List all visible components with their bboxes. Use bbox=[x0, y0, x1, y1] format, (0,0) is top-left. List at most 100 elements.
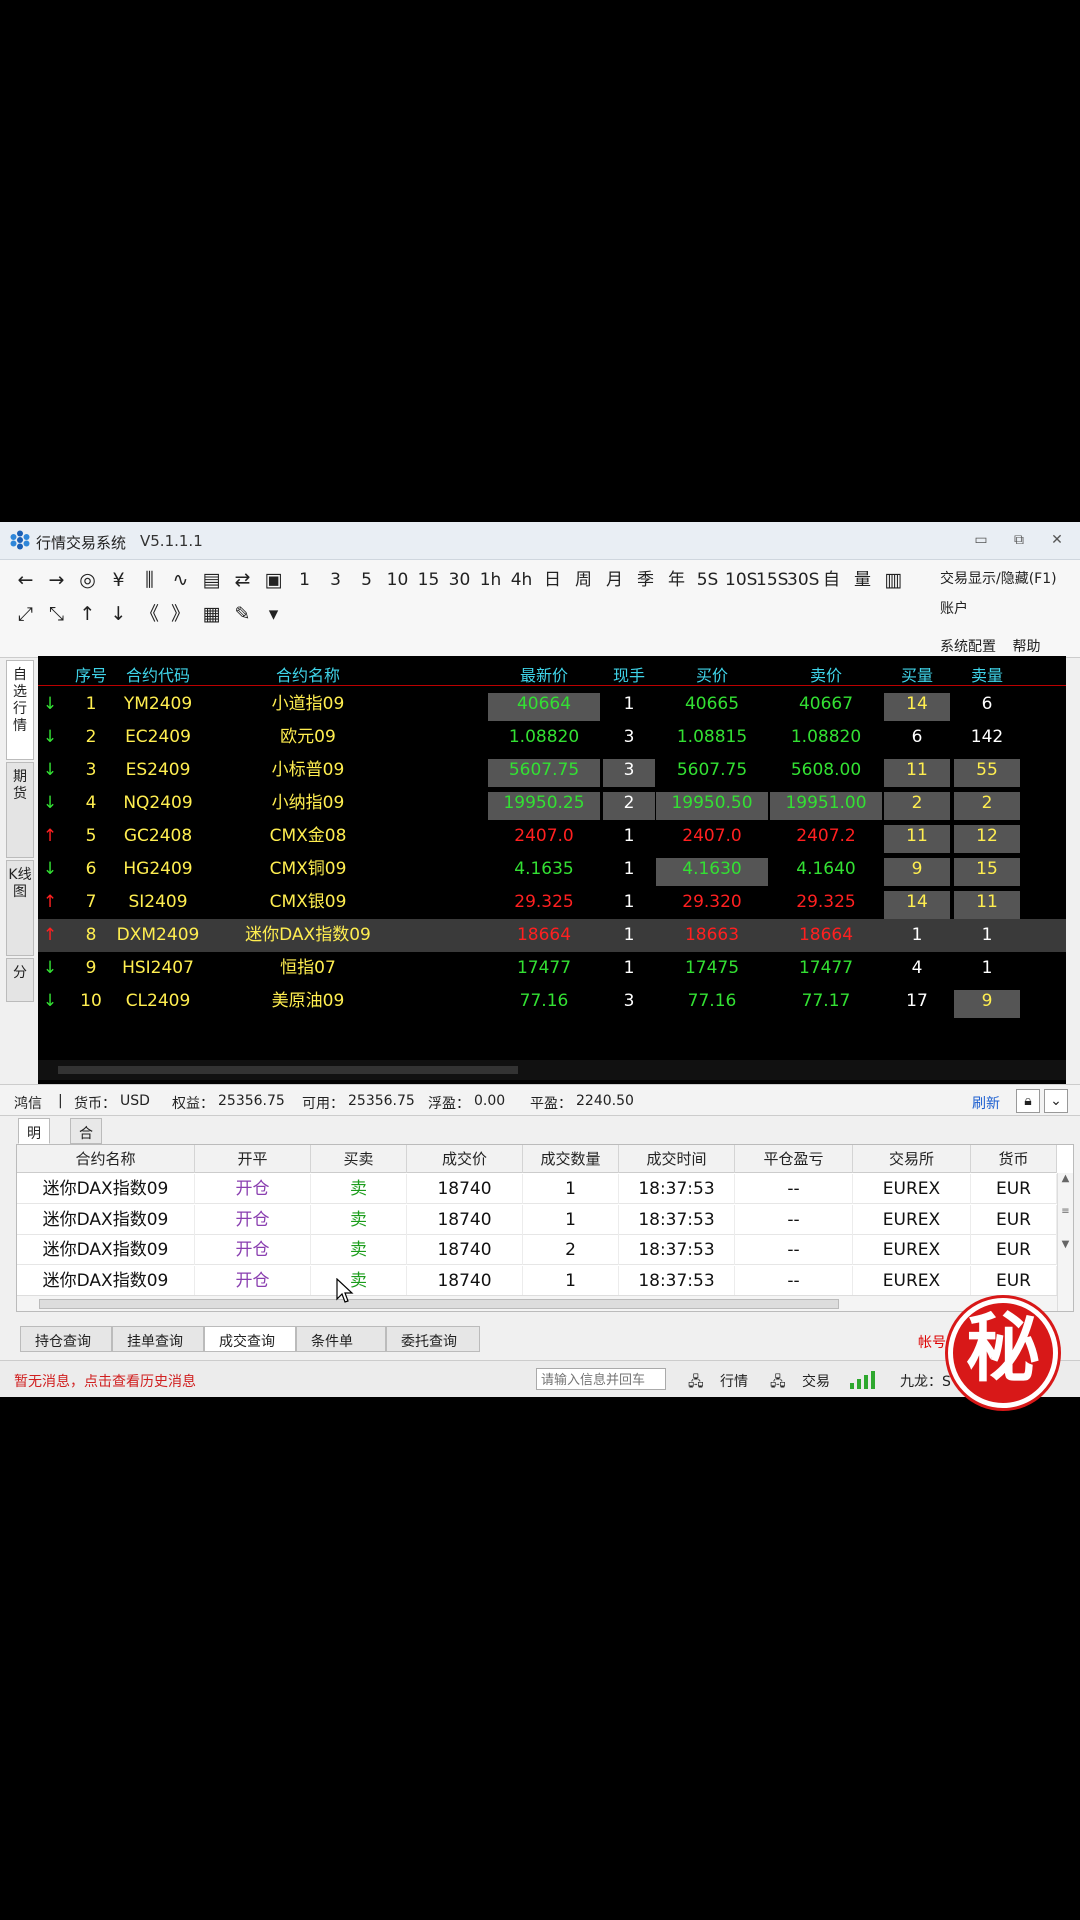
message-link[interactable]: 暂无消息，点击查看历史消息 bbox=[14, 1371, 196, 1391]
quotes-col-header[interactable]: 最新价 bbox=[488, 662, 600, 686]
toolbar-row2-button-0-icon[interactable]: ⤢ bbox=[12, 600, 39, 628]
tab-conditional[interactable]: 条件单 bbox=[296, 1326, 386, 1352]
toolbar-row2-button-8-icon[interactable]: ▾ bbox=[260, 600, 287, 628]
trade-row[interactable]: 迷你DAX指数09 开仓卖 18740 2 18:37:53 -- EUREX EUR bbox=[17, 1235, 1057, 1265]
toolbar-row1-button-14-icon[interactable]: 30 bbox=[446, 566, 473, 594]
trade-row[interactable]: 迷你DAX指数09 开仓卖 18740 1 18:37:53 -- EUREX EUR bbox=[17, 1174, 1057, 1204]
quotes-scroll-thumb[interactable] bbox=[58, 1066, 518, 1074]
close-button[interactable]: ✕ bbox=[1048, 532, 1066, 548]
tab-more[interactable]: 分 bbox=[6, 958, 34, 1002]
toolbar-row1-button-27-icon[interactable]: 量 bbox=[849, 566, 876, 594]
quote-cell-vol: 1 bbox=[623, 958, 635, 978]
available-label: 可用： bbox=[302, 1096, 344, 1112]
quotes-col-header[interactable]: 卖量 bbox=[954, 662, 1020, 686]
quote-cell-askq: 1 bbox=[981, 925, 993, 945]
toggle-trade-panel-button[interactable]: 交易显示/隐藏(F1) bbox=[940, 568, 1070, 598]
toolbar-row2-button-3-icon[interactable]: ↓ bbox=[105, 600, 132, 628]
trades-col-header[interactable]: 买卖 bbox=[311, 1145, 407, 1173]
toolbar-row1-button-12-icon[interactable]: 10 bbox=[384, 566, 411, 594]
quote-row[interactable]: ↑ 8 DXM2409 迷你DAX指数09 18664 1 18663 18664 1 1 bbox=[38, 919, 1066, 952]
quote-row[interactable]: ↑ 5 GC2408 CMX金08 2407.0 1 2407.0 2407.2 11 12 bbox=[38, 820, 1066, 853]
trade-row[interactable]: 迷你DAX指数09 开仓卖 18740 1 18:37:53 -- EUREX EUR bbox=[17, 1204, 1057, 1235]
trades-col-header[interactable]: 成交时间 bbox=[619, 1145, 735, 1173]
trades-vertical-scrollbar[interactable]: ▲ ≡ ▼ bbox=[1057, 1173, 1073, 1311]
tab-positions[interactable]: 持仓查询 bbox=[20, 1326, 112, 1352]
quotes-col-header[interactable]: 卖价 bbox=[770, 662, 882, 686]
toolbar-row2-button-4-icon[interactable]: 《 bbox=[136, 600, 163, 628]
toolbar-row1-button-8-icon[interactable]: ▣ bbox=[260, 566, 287, 594]
toolbar-row1-button-21-icon[interactable]: 年 bbox=[663, 566, 690, 594]
trades-col-header[interactable]: 成交价 bbox=[407, 1145, 523, 1173]
toolbar-row1-button-0-icon[interactable]: ← bbox=[12, 566, 39, 594]
toolbar-row1-button-11-icon[interactable]: 5 bbox=[353, 566, 380, 594]
trades-scroll-thumb[interactable] bbox=[39, 1299, 839, 1309]
minimize-button[interactable]: ▭ bbox=[972, 532, 990, 548]
tab-futures[interactable]: 期货 bbox=[6, 762, 34, 858]
toolbar-row1-button-16-icon[interactable]: 4h bbox=[508, 566, 535, 594]
quotes-col-header[interactable]: 买量 bbox=[884, 662, 950, 686]
quote-row[interactable]: ↓ 1 YM2409 小道指09 40664 1 40665 40667 14 6 bbox=[38, 688, 1066, 721]
quotes-col-header[interactable]: 合约名称 bbox=[218, 662, 398, 686]
toolbar-row1-button-13-icon[interactable]: 15 bbox=[415, 566, 442, 594]
trades-col-header[interactable]: 平仓盈亏 bbox=[735, 1145, 853, 1173]
toolbar-row1-button-23-icon[interactable]: 10S bbox=[725, 566, 757, 594]
quote-row[interactable]: ↓ 4 NQ2409 小纳指09 19950.25 2 19950.50 19951.00 2 2 bbox=[38, 787, 1066, 820]
quote-row[interactable]: ↑ 7 SI2409 CMX银09 29.325 1 29.320 29.325 14 11 bbox=[38, 886, 1066, 919]
toolbar-row1-button-15-icon[interactable]: 1h bbox=[477, 566, 504, 594]
trades-col-header[interactable]: 合约名称 bbox=[17, 1145, 195, 1173]
lock-icon[interactable]: 🔒︎ bbox=[1016, 1089, 1040, 1113]
toolbar-row1-button-1-icon[interactable]: → bbox=[43, 566, 70, 594]
restore-button[interactable]: ⧉ bbox=[1010, 532, 1028, 548]
trades-horizontal-scrollbar[interactable] bbox=[17, 1295, 1057, 1311]
tab-kline[interactable]: K线图 bbox=[6, 860, 34, 956]
quote-row[interactable]: ↓ 6 HG2409 CMX铜09 4.1635 1 4.1630 4.1640 9 15 bbox=[38, 853, 1066, 886]
toolbar-row1-button-3-icon[interactable]: ¥ bbox=[105, 566, 132, 594]
quote-row[interactable]: ↓ 2 EC2409 欧元09 1.08820 3 1.08815 1.08820 6 142 bbox=[38, 721, 1066, 754]
toolbar-row1-button-26-icon[interactable]: 自 bbox=[818, 566, 845, 594]
toolbar-row1-button-17-icon[interactable]: 日 bbox=[539, 566, 566, 594]
toolbar-row1-button-19-icon[interactable]: 月 bbox=[601, 566, 628, 594]
quotes-scrollbar[interactable] bbox=[38, 1060, 1066, 1080]
quote-row[interactable]: ↓ 10 CL2409 美原油09 77.16 3 77.16 77.17 17 9 bbox=[38, 985, 1066, 1018]
toolbar-row1-button-10-icon[interactable]: 3 bbox=[322, 566, 349, 594]
toolbar-row2-button-5-icon[interactable]: 》 bbox=[167, 600, 194, 628]
toolbar-row1-button-24-icon[interactable]: 15S bbox=[756, 566, 788, 594]
refresh-button[interactable]: 刷新 bbox=[972, 1093, 1000, 1113]
quotes-col-header[interactable]: 现手 bbox=[603, 662, 655, 686]
tab-orders[interactable]: 挂单查询 bbox=[112, 1326, 204, 1352]
quote-row[interactable]: ↓ 9 HSI2407 恒指07 17477 1 17475 17477 4 1 bbox=[38, 952, 1066, 985]
toolbar-row1-button-6-icon[interactable]: ▤ bbox=[198, 566, 225, 594]
toolbar-row1-button-25-icon[interactable]: 30S bbox=[787, 566, 819, 594]
system-config-menu[interactable]: 系统配置 bbox=[940, 639, 996, 655]
quotes-col-header[interactable]: 买价 bbox=[656, 662, 768, 686]
toolbar-row1-button-22-icon[interactable]: 5S bbox=[694, 566, 721, 594]
tab-fills[interactable]: 成交查询 bbox=[204, 1326, 296, 1352]
collapse-icon[interactable]: ⌄ bbox=[1044, 1089, 1068, 1113]
tab-entrust[interactable]: 委托查询 bbox=[386, 1326, 480, 1352]
toolbar-row1-button-7-icon[interactable]: ⇄ bbox=[229, 566, 256, 594]
trades-col-header[interactable]: 开平 bbox=[195, 1145, 311, 1173]
toolbar-row2-button-7-icon[interactable]: ✎ bbox=[229, 600, 256, 628]
toolbar-row1-button-20-icon[interactable]: 季 bbox=[632, 566, 659, 594]
trades-col-header[interactable]: 交易所 bbox=[853, 1145, 971, 1173]
trades-col-header[interactable]: 货币 bbox=[971, 1145, 1057, 1173]
toolbar-row1-button-18-icon[interactable]: 周 bbox=[570, 566, 597, 594]
tab-detail[interactable]: 明细 bbox=[18, 1118, 50, 1162]
toolbar-row1-button-9-icon[interactable]: 1 bbox=[291, 566, 318, 594]
tab-summary[interactable]: 合计 bbox=[70, 1118, 102, 1162]
search-input[interactable] bbox=[536, 1368, 666, 1390]
toolbar-row2-button-1-icon[interactable]: ⤡ bbox=[43, 600, 70, 628]
toolbar-row1-button-28-icon[interactable]: ▥ bbox=[880, 566, 907, 594]
account-menu[interactable]: 账户 bbox=[940, 598, 1070, 628]
trade-row[interactable]: 迷你DAX指数09 开仓卖 18740 1 18:37:53 -- EUREX EUR bbox=[17, 1265, 1057, 1296]
toolbar-row1-button-5-icon[interactable]: ∿ bbox=[167, 566, 194, 594]
quotes-col-header[interactable]: 合约代码 bbox=[98, 662, 218, 686]
quote-row[interactable]: ↓ 3 ES2409 小标普09 5607.75 3 5607.75 5608.00 11 55 bbox=[38, 754, 1066, 787]
help-menu[interactable]: 帮助 bbox=[1012, 639, 1040, 655]
trades-col-header[interactable]: 成交数量 bbox=[523, 1145, 619, 1173]
toolbar-row1-button-2-icon[interactable]: ◎ bbox=[74, 566, 101, 594]
toolbar-row2-button-2-icon[interactable]: ↑ bbox=[74, 600, 101, 628]
toolbar-row2-button-6-icon[interactable]: ▦ bbox=[198, 600, 225, 628]
toolbar-row1-button-4-icon[interactable]: ⫼ bbox=[136, 566, 163, 594]
tab-watchlist[interactable]: 自选行情 bbox=[6, 660, 34, 760]
